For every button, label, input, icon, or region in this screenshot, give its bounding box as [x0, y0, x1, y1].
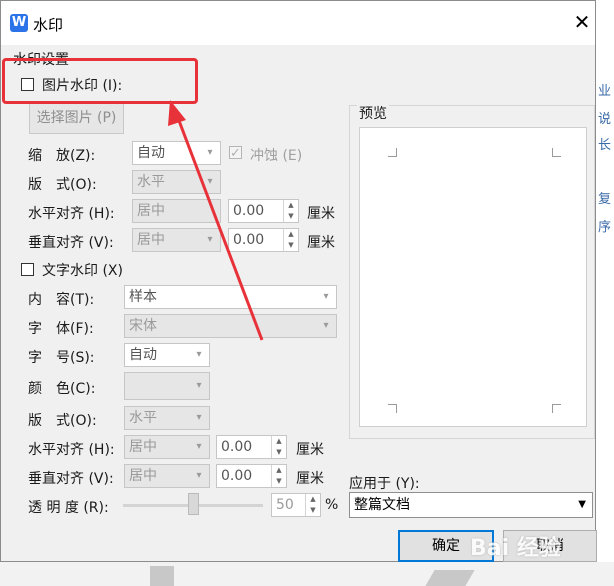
tutorial-arrow-head [168, 100, 186, 126]
baidu-jingyan-watermark: Bai 经验 [470, 536, 561, 561]
tutorial-arrow [168, 100, 264, 341]
tutorial-arrow-shaft [176, 117, 264, 341]
